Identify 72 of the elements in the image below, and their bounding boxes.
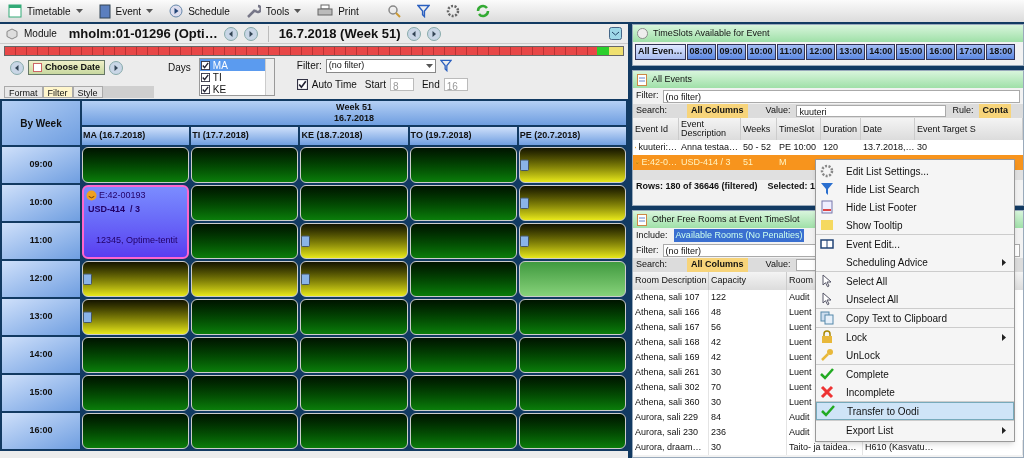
days-label: Days <box>168 61 191 75</box>
time-label: 16:00 <box>2 413 80 449</box>
time-label: 13:00 <box>2 299 80 335</box>
table-cell: 120 <box>821 140 861 155</box>
search-label: Search: <box>636 258 668 272</box>
value-label: Value: <box>765 104 791 118</box>
time-label: 09:00 <box>2 147 80 183</box>
table-cell: Athena, sali 166 <box>633 305 709 320</box>
day-header: PE (20.7.2018) <box>518 127 626 145</box>
day-header: KE (18.7.2018) <box>300 127 408 145</box>
end-label: End <box>421 78 440 92</box>
auto-time-label: Auto Time <box>311 78 357 92</box>
table-cell: Athena, sali 167 <box>633 320 709 335</box>
table-cell: PE 10:00 <box>777 140 821 155</box>
table-cell: 13.7.2018,… <box>861 140 915 155</box>
table-cell: 30 <box>709 395 787 410</box>
table-cell: 56 <box>709 320 787 335</box>
time-label: 15:00 <box>2 375 80 411</box>
search-label: Search: <box>636 104 668 118</box>
day-header: MA (16.7.2018) <box>82 127 190 145</box>
table-cell: Taito- ja taidea… <box>787 440 863 455</box>
table-cell: kuuteri:… <box>633 140 679 155</box>
table-cell: 50 - 52 <box>741 140 777 155</box>
day-header: TO (19.7.2018) <box>409 127 517 145</box>
table-cell: 42 <box>709 335 787 350</box>
panel-title: All Events <box>652 72 693 86</box>
table-cell: 70 <box>709 380 787 395</box>
table-cell: Aurora, sali 230 <box>633 425 709 440</box>
selected-count: Selected: 1 <box>767 179 816 193</box>
time-label: 12:00 <box>2 261 80 297</box>
table-cell: 30 <box>709 440 787 455</box>
corner-header: By Week <box>2 101 80 145</box>
rule-label: Rule: <box>952 104 974 118</box>
time-label: 11:00 <box>2 223 80 259</box>
start-label: Start <box>364 78 386 92</box>
table-cell: Athena, sali 360 <box>633 395 709 410</box>
table-cell: 236 <box>709 425 787 440</box>
time-label: 14:00 <box>2 337 80 373</box>
table-cell: Aurora, draam… <box>633 440 709 455</box>
table-cell: Athena, sali 169 <box>633 350 709 365</box>
table-cell: E:42-0… <box>633 155 679 170</box>
panel-title: TimeSlots Available for Event <box>653 26 770 40</box>
event-id: E:42-00193 <box>99 189 146 202</box>
module-label: Module <box>24 27 57 41</box>
week-date: 16.7.2018 (Week 51) <box>278 24 401 43</box>
include-label: Include: <box>636 228 668 242</box>
table-cell: Athena, sali 302 <box>633 380 709 395</box>
table-cell: 30 <box>709 365 787 380</box>
table-cell: 51 <box>741 155 777 170</box>
row-count: Rows: 180 of 36646 (filtered) <box>636 179 758 193</box>
event-title: USD-414 / 3 <box>87 202 142 216</box>
table-cell: 30 <box>915 140 1023 155</box>
filter-label: Filter: <box>636 89 659 103</box>
week-header: Week 51 16.7.2018 <box>82 101 626 125</box>
day-header: TI (17.7.2018) <box>191 127 299 145</box>
table-cell: 48 <box>709 305 787 320</box>
table-cell: 84 <box>709 410 787 425</box>
value-label: Value: <box>765 258 791 272</box>
time-label: 10:00 <box>2 185 80 221</box>
table-cell: 122 <box>709 290 787 305</box>
event-info: 12345, Optime-tentit <box>95 234 179 247</box>
table-cell: Anna testaa… <box>679 140 741 155</box>
filter-label: Filter: <box>296 59 322 73</box>
module-name: mholm:01-01296 (Opti… <box>68 24 218 43</box>
panel-title: Other Free Rooms at Event TimeSlot <box>652 212 800 226</box>
table-cell: 42 <box>709 350 787 365</box>
table-cell: Athena, sali 107 <box>633 290 709 305</box>
table-cell: Athena, sali 168 <box>633 335 709 350</box>
filter-label: Filter: <box>636 243 659 257</box>
table-cell: Aurora, sali 229 <box>633 410 709 425</box>
table-cell: Athena, sali 261 <box>633 365 709 380</box>
table-cell: USD-414 / 3 <box>679 155 741 170</box>
